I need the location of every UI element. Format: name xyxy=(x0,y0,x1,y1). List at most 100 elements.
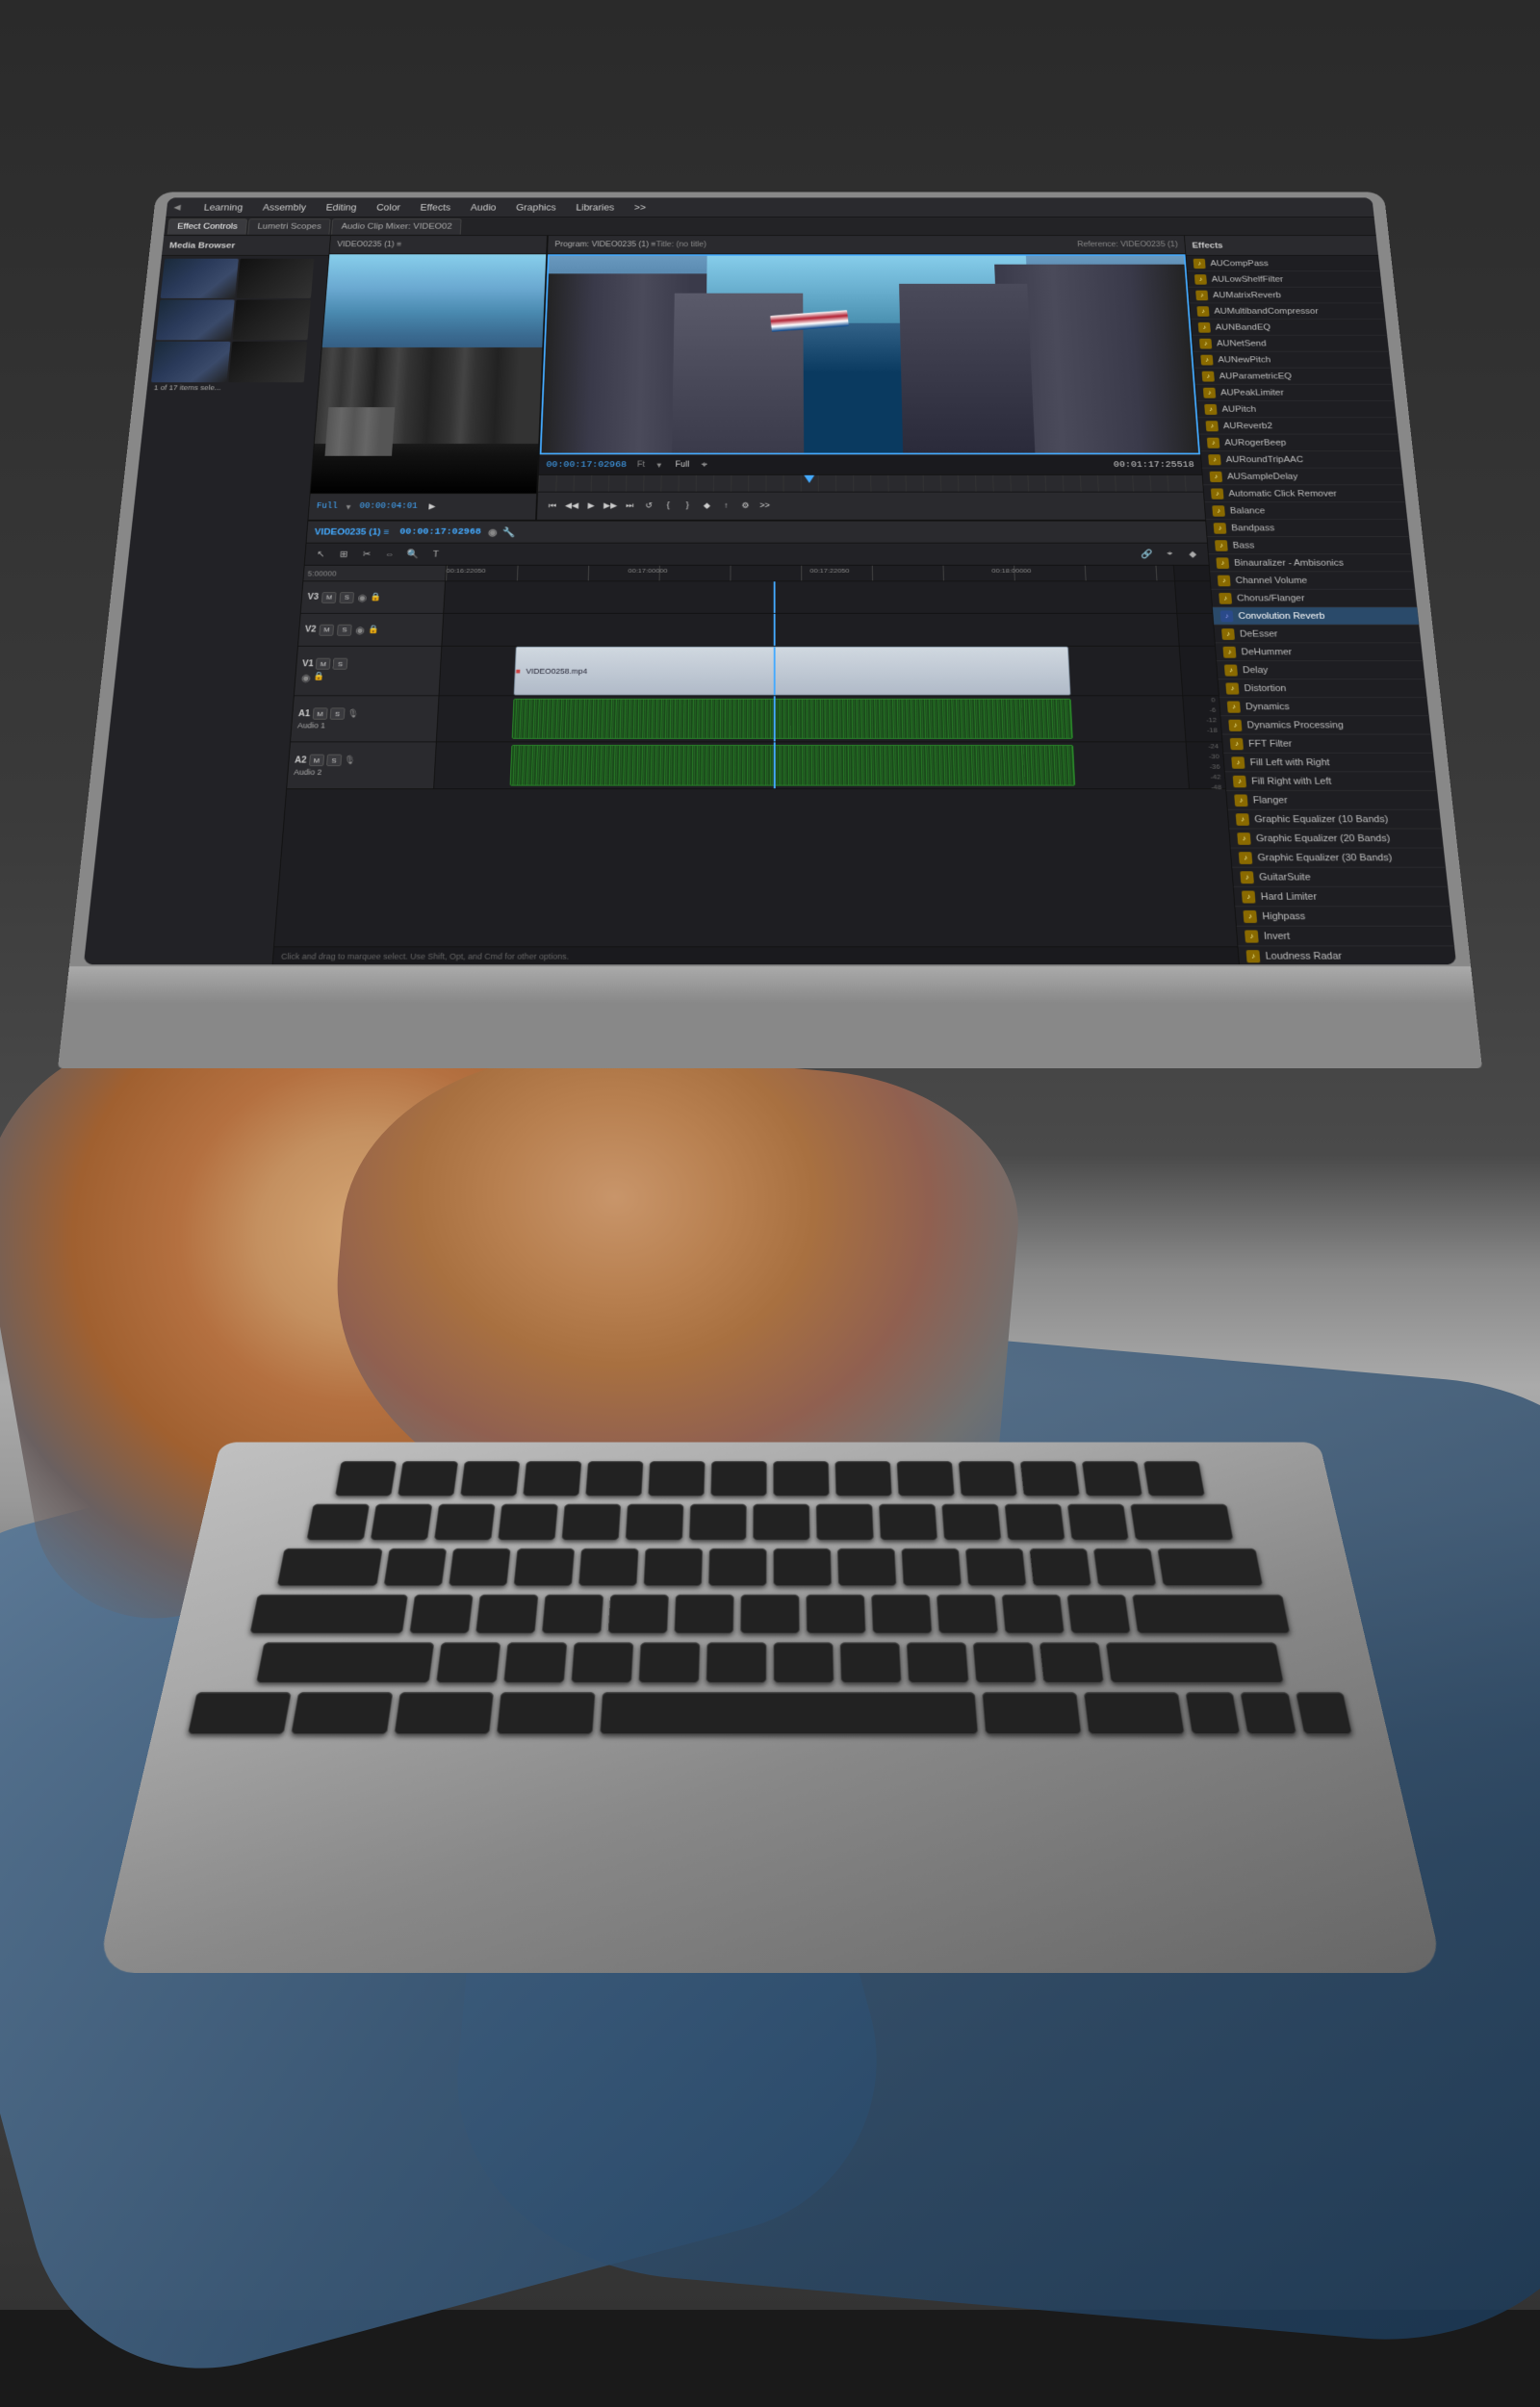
key-slash[interactable] xyxy=(1040,1642,1104,1682)
key-minus[interactable] xyxy=(1004,1504,1065,1541)
key-l[interactable] xyxy=(937,1595,998,1634)
key-f9[interactable] xyxy=(896,1461,954,1496)
a1-mute[interactable]: M xyxy=(312,707,327,719)
effect-item-aunewpitch[interactable]: ♪ AUNewPitch xyxy=(1194,352,1391,369)
key-8[interactable] xyxy=(816,1504,874,1541)
v2-eye-icon[interactable]: ◉ xyxy=(355,624,366,635)
key-o[interactable] xyxy=(901,1549,962,1586)
settings-button[interactable]: ⚙ xyxy=(737,499,753,513)
key-f12[interactable] xyxy=(1082,1461,1142,1496)
mark-out-button[interactable]: } xyxy=(680,499,696,513)
v2-lock-icon[interactable]: 🔒 xyxy=(368,626,379,634)
key-f10[interactable] xyxy=(959,1461,1017,1496)
key-arrow-right[interactable] xyxy=(1295,1692,1352,1734)
effect-item-graphiceq10[interactable]: ♪ Graphic Equalizer (10 Bands) xyxy=(1228,810,1442,830)
key-f6[interactable] xyxy=(710,1461,766,1496)
v3-mute[interactable]: M xyxy=(321,592,337,603)
effect-item-fillrightwithleft[interactable]: ♪ Fill Right with Left xyxy=(1225,772,1437,791)
effect-item-guitarsuite[interactable]: ♪ GuitarSuite xyxy=(1232,868,1448,887)
v1-lock-icon[interactable]: 🔒 xyxy=(313,672,325,683)
key-return[interactable] xyxy=(1132,1595,1291,1634)
key-cmd-left[interactable] xyxy=(497,1692,596,1734)
effect-item-auparametriceq[interactable]: ♪ AUParametricEQ xyxy=(1194,369,1393,385)
step-back-button[interactable]: ◀◀ xyxy=(564,499,580,513)
menu-item-color[interactable]: Color xyxy=(372,201,404,214)
key-semicolon[interactable] xyxy=(1002,1595,1065,1634)
snap-button[interactable]: ⌖ xyxy=(1160,546,1180,563)
ripple-edit-tool[interactable]: ⊞ xyxy=(333,546,354,563)
effect-item-bass[interactable]: ♪ Bass xyxy=(1207,537,1411,554)
key-esc[interactable] xyxy=(335,1461,397,1496)
key-f1[interactable] xyxy=(398,1461,458,1496)
key-d[interactable] xyxy=(542,1595,603,1634)
key-5[interactable] xyxy=(626,1504,684,1541)
key-f5[interactable] xyxy=(648,1461,705,1496)
key-p[interactable] xyxy=(965,1549,1027,1586)
key-comma[interactable] xyxy=(907,1642,969,1682)
key-ctrl[interactable] xyxy=(291,1692,393,1734)
key-q[interactable] xyxy=(383,1549,447,1586)
key-x[interactable] xyxy=(503,1642,567,1682)
effect-item-dehummer[interactable]: ♪ DeHummer xyxy=(1216,643,1424,661)
effect-item-loudnessradar[interactable]: ♪ Loudness Radar xyxy=(1238,946,1456,964)
effect-item-convolution-reverb[interactable]: ♪ Convolution Reverb xyxy=(1213,607,1419,626)
tab-lumetri-scopes[interactable]: Lumetri Scopes xyxy=(247,218,331,234)
razor-tool[interactable]: ✂ xyxy=(356,546,376,563)
play-stop-button[interactable]: ▶ xyxy=(583,499,600,513)
add-track-icon[interactable]: ◉ xyxy=(488,526,498,537)
key-cmd-right[interactable] xyxy=(982,1692,1081,1734)
effect-item-graphiceq30[interactable]: ♪ Graphic Equalizer (30 Bands) xyxy=(1231,849,1446,868)
key-h[interactable] xyxy=(740,1595,800,1634)
effect-item-fftfilter[interactable]: ♪ FFT Filter xyxy=(1222,734,1433,753)
key-equals[interactable] xyxy=(1067,1504,1129,1541)
key-2[interactable] xyxy=(434,1504,496,1541)
menu-item-libraries[interactable]: Libraries xyxy=(573,201,618,214)
key-shift-left[interactable] xyxy=(256,1642,434,1682)
key-backspace[interactable] xyxy=(1130,1504,1234,1541)
key-f3[interactable] xyxy=(523,1461,581,1496)
key-6[interactable] xyxy=(689,1504,747,1541)
v1-content[interactable]: ■ VIDEO0258.mp4 xyxy=(439,647,1182,696)
key-k[interactable] xyxy=(871,1595,932,1634)
a2-sync[interactable]: S xyxy=(326,755,342,766)
step-fwd-button[interactable]: ▶▶ xyxy=(603,499,619,513)
key-f7[interactable] xyxy=(773,1461,829,1496)
go-end-button[interactable]: ⏭ xyxy=(622,499,638,513)
effect-item-aumultiband[interactable]: ♪ AUMultibandCompressor xyxy=(1190,303,1385,320)
key-s[interactable] xyxy=(475,1595,539,1634)
a2-mute[interactable]: M xyxy=(309,755,324,766)
menu-item-effects[interactable]: Effects xyxy=(417,201,454,214)
thumbnail-5[interactable] xyxy=(151,342,231,382)
selection-tool[interactable]: ↖ xyxy=(310,546,331,563)
key-c[interactable] xyxy=(571,1642,633,1682)
thumbnail-6[interactable] xyxy=(228,342,307,382)
v1-eye-icon[interactable]: ◉ xyxy=(300,672,311,683)
key-capslock[interactable] xyxy=(249,1595,408,1634)
effect-item-aupeaklimiter[interactable]: ♪ AUPeakLimiter xyxy=(1196,385,1395,401)
key-tab[interactable] xyxy=(277,1549,383,1586)
video-clip-v1[interactable]: ■ VIDEO0258.mp4 xyxy=(514,647,1071,696)
key-alt-right[interactable] xyxy=(1084,1692,1185,1734)
effect-item-channelvolume[interactable]: ♪ Channel Volume xyxy=(1210,572,1415,589)
source-play-button[interactable]: ▶ xyxy=(424,499,440,514)
key-f11[interactable] xyxy=(1020,1461,1080,1496)
audio-clip-a1[interactable] xyxy=(512,699,1073,739)
more-btn[interactable]: >> xyxy=(757,499,772,513)
key-f[interactable] xyxy=(608,1595,669,1634)
effect-item-deesser[interactable]: ♪ DeEsser xyxy=(1214,626,1421,644)
effect-item-dynamics[interactable]: ♪ Dynamics xyxy=(1219,698,1429,716)
key-alt-left[interactable] xyxy=(394,1692,494,1734)
menu-item-assembly[interactable]: Assembly xyxy=(259,201,310,214)
effect-item-aulowshelf[interactable]: ♪ AULowShelfFilter xyxy=(1188,271,1382,287)
key-4[interactable] xyxy=(561,1504,621,1541)
zoom-timeline-tool[interactable]: 🔍 xyxy=(402,546,423,563)
effect-item-aucomppass[interactable]: ♪ AUCompPass xyxy=(1186,256,1379,271)
key-fn[interactable] xyxy=(188,1692,292,1734)
key-1[interactable] xyxy=(371,1504,433,1541)
key-backslash[interactable] xyxy=(1157,1549,1263,1586)
key-t[interactable] xyxy=(643,1549,703,1586)
effect-item-aunetsend[interactable]: ♪ AUNetSend xyxy=(1193,336,1389,352)
v3-eye-icon[interactable]: ◉ xyxy=(357,592,368,603)
effect-item-aupitch[interactable]: ♪ AUPitch xyxy=(1197,401,1397,418)
effect-item-fillleftwithright[interactable]: ♪ Fill Left with Right xyxy=(1223,754,1435,772)
